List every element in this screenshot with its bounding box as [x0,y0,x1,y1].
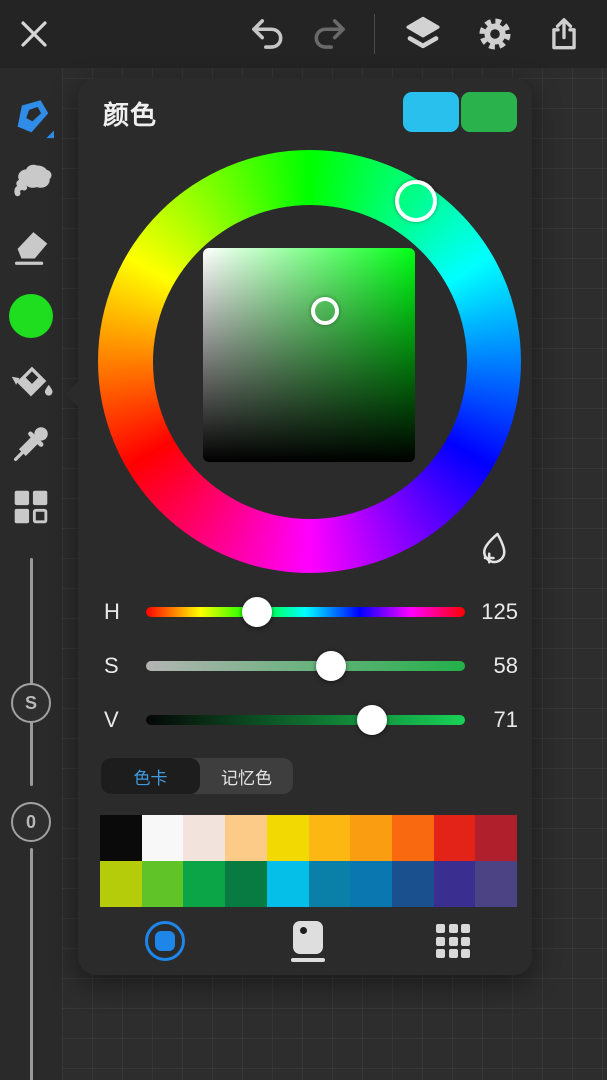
color-palette [100,815,518,907]
primary-color-swatch[interactable] [461,92,517,132]
palette-swatch[interactable] [308,815,351,861]
palette-swatch[interactable] [350,815,392,861]
palette-swatch[interactable] [225,861,267,907]
tab-color-card[interactable]: 色卡 [101,758,200,794]
hue-slider-row: H 125 [78,595,532,629]
saturation-slider-knob[interactable] [316,651,347,681]
palette-swatch[interactable] [100,861,142,907]
palette-tabs: 色卡 记忆色 [101,758,293,794]
grid-mode-icon[interactable] [431,919,475,963]
value-slider-label: V [104,707,119,732]
brush-size-slider-knob[interactable]: S [11,683,51,723]
brush-opacity-slider-knob[interactable]: 0 [11,802,51,842]
saturation-slider-track[interactable] [146,651,465,681]
palette-swatch[interactable] [475,815,518,861]
palette-swatch[interactable] [391,861,434,907]
secondary-color-swatch[interactable] [403,92,459,132]
eraser-tool-icon[interactable] [7,222,55,270]
fill-bucket-icon[interactable] [7,357,55,405]
undo-icon[interactable] [245,12,289,56]
swatch-grid-icon[interactable] [7,483,55,531]
hue-slider-knob[interactable] [241,597,272,627]
panel-title: 颜色 [103,100,158,130]
close-icon[interactable] [12,12,56,56]
palette-swatch[interactable] [308,861,351,907]
palette-swatch[interactable] [141,861,184,907]
hue-wheel-cursor[interactable] [395,180,437,222]
saturation-slider-row: S 58 [78,649,532,683]
saturation-slider-value: 58 [493,653,518,678]
palette-swatch[interactable] [475,861,518,907]
app-root: S 0 颜色 H 125 S 58 V 71 色卡 记忆色 [0,0,607,1080]
share-export-icon[interactable] [542,12,586,56]
value-slider-knob[interactable] [357,705,388,735]
palette-swatch[interactable] [141,815,184,861]
palette-swatch[interactable] [350,861,392,907]
palette-swatch[interactable] [266,861,309,907]
smudge-tool-icon[interactable] [7,154,55,202]
palette-swatch[interactable] [100,815,142,861]
toolbar-divider [374,14,375,54]
add-color-drop-icon[interactable] [476,529,514,567]
saturation-value-square[interactable] [203,248,415,462]
brush-tool-icon[interactable] [7,94,55,142]
wheel-mode-icon[interactable] [143,919,187,963]
hue-slider-label: H [104,599,120,624]
saturation-slider-label: S [104,653,119,678]
eyedropper-icon[interactable] [7,419,55,467]
hue-slider-track[interactable] [146,597,465,627]
color-panel: 颜色 H 125 S 58 V 71 色卡 记忆色 [65,78,532,975]
tab-memory-colors[interactable]: 记忆色 [200,758,293,794]
palette-swatch[interactable] [391,815,434,861]
redo-icon[interactable] [308,12,352,56]
tool-sidebar: S 0 [0,68,62,1080]
top-toolbar [0,0,607,68]
current-color-swatch[interactable] [9,294,53,338]
palette-swatch[interactable] [266,815,309,861]
layers-icon[interactable] [401,12,445,56]
palette-swatch[interactable] [225,815,267,861]
palette-swatch[interactable] [183,815,226,861]
palette-swatch[interactable] [183,861,226,907]
value-slider-track[interactable] [146,705,465,735]
settings-gear-icon[interactable] [473,12,517,56]
value-slider-value: 71 [493,707,518,732]
saturation-value-cursor[interactable] [311,297,339,325]
brush-size-slider-track[interactable] [29,558,33,786]
hue-slider-value: 125 [481,599,518,624]
palette-swatch[interactable] [433,815,476,861]
card-mode-icon[interactable] [286,919,330,963]
value-slider-row: V 71 [78,703,532,737]
palette-row [100,861,518,907]
palette-swatch[interactable] [433,861,476,907]
panel-pointer-arrow [65,381,79,407]
palette-row [100,815,518,861]
brush-opacity-slider-track[interactable] [29,848,33,1080]
